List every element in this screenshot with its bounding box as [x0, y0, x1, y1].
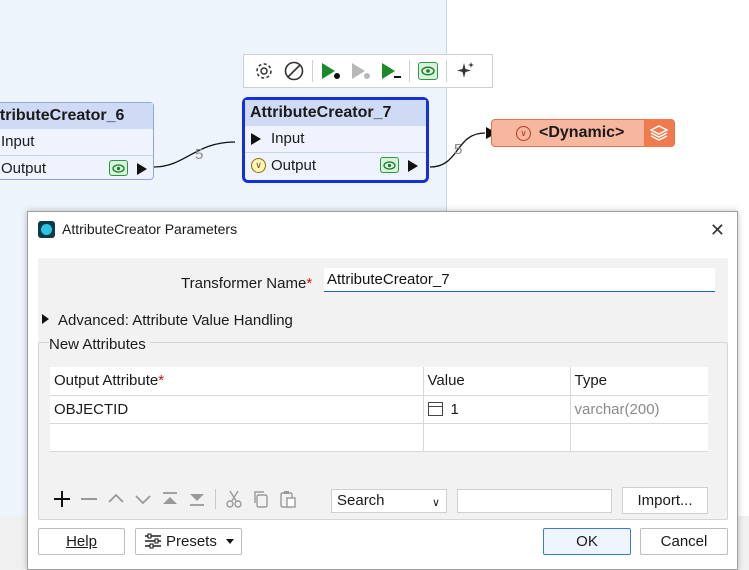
move-down-icon[interactable]: [131, 487, 155, 511]
table-toolbar: [50, 487, 300, 511]
paste-icon[interactable]: [276, 487, 300, 511]
advanced-label: Advanced: Attribute Value Handling: [58, 312, 293, 329]
type-cell[interactable]: varchar(200): [570, 395, 708, 424]
dynamic-writer-node[interactable]: ∨ <Dynamic>: [491, 119, 675, 147]
new-attributes-label: New Attributes: [49, 336, 150, 353]
table-row-empty[interactable]: [50, 423, 708, 452]
import-button[interactable]: Import...: [622, 487, 708, 514]
chevron-down-icon: ∨: [431, 497, 440, 509]
connection-feature-count: 5: [195, 146, 204, 163]
dynamic-label: <Dynamic>: [539, 124, 625, 141]
column-header-output-attribute[interactable]: Output Attribute*: [50, 367, 424, 396]
app-icon: [38, 220, 55, 238]
table-row[interactable]: OBJECTID 1 varchar(200): [50, 395, 708, 424]
text-editor-icon[interactable]: [427, 401, 443, 416]
dialog-titlebar[interactable]: AttributeCreator Parameters ✕: [28, 212, 737, 246]
search-input[interactable]: [457, 489, 612, 513]
sliders-icon: [144, 532, 162, 557]
toolbar-separator: [215, 489, 216, 509]
dialog-title: AttributeCreator Parameters: [62, 221, 238, 237]
ok-button[interactable]: OK: [543, 528, 631, 555]
close-icon[interactable]: ✕: [710, 220, 725, 241]
remove-icon[interactable]: [77, 487, 101, 511]
value-cell[interactable]: 1: [423, 395, 571, 424]
value-cell[interactable]: [423, 423, 571, 452]
presets-button[interactable]: Presets: [135, 528, 242, 555]
expand-triangle-icon: [42, 314, 49, 324]
dialog-body: Transformer Name* Advanced: Attribute Va…: [38, 258, 728, 520]
add-icon[interactable]: [50, 487, 74, 511]
caret-down-icon: [226, 539, 234, 544]
advanced-section-toggle[interactable]: Advanced: Attribute Value Handling: [42, 312, 293, 329]
required-asterisk: *: [306, 275, 313, 292]
search-mode-select[interactable]: Search ∨: [331, 489, 447, 513]
cancel-button[interactable]: Cancel: [640, 528, 728, 555]
column-header-type[interactable]: Type: [570, 367, 708, 396]
transformer-name-label: Transformer Name*: [181, 275, 313, 292]
table-header-row: Output Attribute* Value Type: [50, 367, 708, 396]
move-top-icon[interactable]: [158, 487, 182, 511]
copy-icon[interactable]: [249, 487, 273, 511]
output-attribute-cell[interactable]: OBJECTID: [50, 395, 424, 424]
chevron-down-icon[interactable]: ∨: [516, 126, 531, 141]
cut-icon[interactable]: [222, 487, 246, 511]
help-button[interactable]: Help: [38, 528, 125, 555]
attributecreator-parameters-dialog: AttributeCreator Parameters ✕ Transforme…: [27, 211, 738, 570]
layers-icon: [644, 119, 674, 147]
move-bottom-icon[interactable]: [185, 487, 209, 511]
column-header-value[interactable]: Value: [423, 367, 571, 396]
attributes-table: Output Attribute* Value Type OBJECTID 1 …: [50, 367, 708, 452]
move-up-icon[interactable]: [104, 487, 128, 511]
type-cell[interactable]: [570, 423, 708, 452]
output-attribute-cell[interactable]: [50, 423, 424, 452]
connection-feature-count: 5: [454, 141, 463, 158]
required-asterisk: *: [158, 372, 165, 390]
transformer-name-input[interactable]: [324, 268, 715, 292]
connection-lines: [153, 127, 497, 168]
